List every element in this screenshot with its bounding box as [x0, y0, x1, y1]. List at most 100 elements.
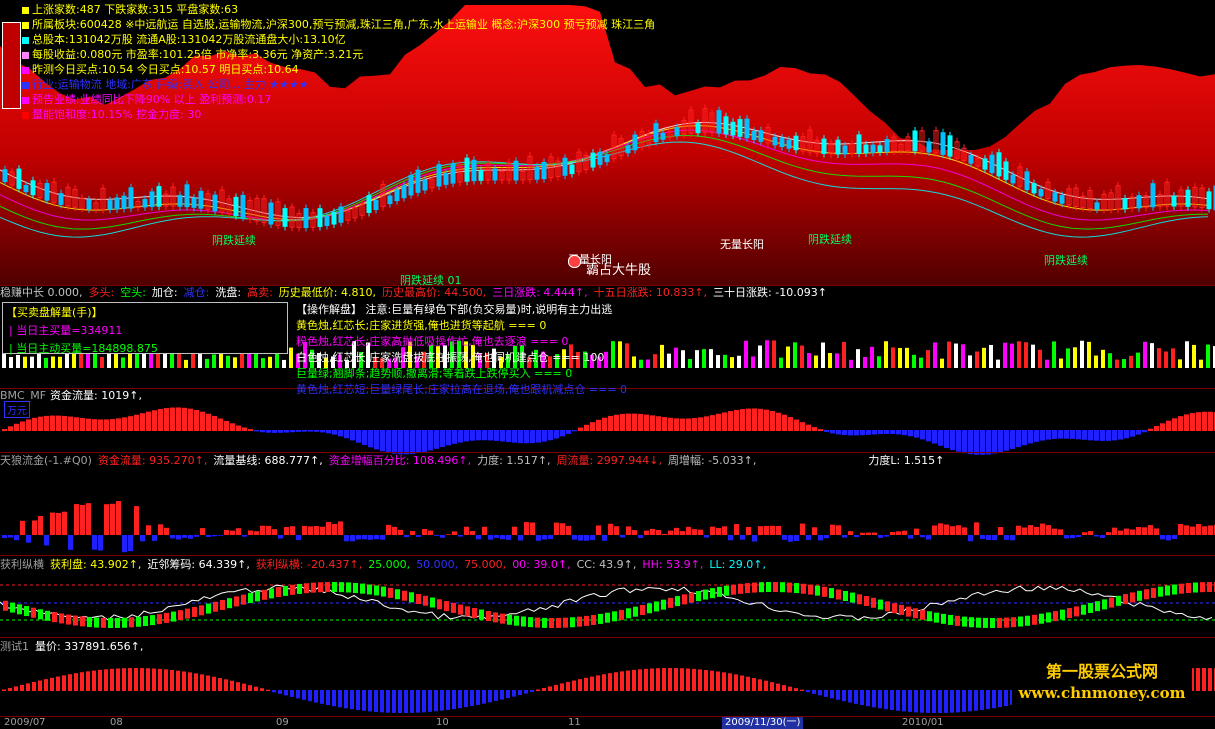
volume-bar	[23, 356, 27, 368]
volume-price-bar	[38, 680, 42, 691]
fund-flow-bar	[686, 526, 691, 535]
volume-price-bar	[800, 689, 804, 691]
fund-flow-bar	[368, 535, 373, 540]
profit-candle	[1095, 601, 1100, 612]
candle-body	[1003, 161, 1009, 180]
candle-body	[996, 152, 1002, 177]
profit-candle	[241, 594, 246, 605]
volume-bar	[975, 351, 979, 368]
money-flow-bar	[674, 418, 679, 431]
candle-body	[450, 163, 456, 184]
money-flow-bar	[1208, 411, 1213, 431]
fund-flow-bar	[374, 535, 379, 540]
fund-flow-bar	[536, 535, 541, 541]
volume-price-bar	[320, 690, 324, 704]
info-marker-icon	[22, 36, 29, 44]
fund-flow-bar	[356, 535, 361, 540]
money-flow-bar	[734, 409, 739, 431]
volume-price-bar	[260, 688, 264, 691]
profit-candle	[1116, 595, 1121, 606]
profit-candle	[1081, 604, 1086, 615]
fund-flow-bar	[1100, 535, 1105, 538]
money-flow-bar	[956, 430, 961, 452]
candle-body	[401, 185, 407, 199]
money-flow-bar	[422, 430, 427, 452]
candle-body	[779, 137, 785, 148]
fund-flow-bar	[794, 535, 799, 541]
money-flow-bar	[26, 419, 31, 431]
candle-body	[884, 139, 890, 152]
money-flow-bar	[332, 430, 337, 435]
cursor-date[interactable]: 2009/11/30(一)	[722, 717, 804, 729]
candle-body	[786, 139, 792, 149]
money-flow-bar	[278, 430, 283, 433]
candle-body	[268, 202, 274, 225]
volume-price-bar	[980, 690, 984, 710]
candle-body	[198, 190, 204, 209]
volume-price-bar	[176, 670, 180, 691]
profit-candle	[731, 584, 736, 595]
candle-body	[324, 215, 330, 226]
fund-flow-bar	[812, 527, 817, 535]
volume-price-bar	[620, 671, 624, 691]
profit-candle	[388, 587, 393, 598]
money-flow-bar	[494, 430, 499, 441]
volume-bar	[933, 342, 937, 368]
side-marker-block	[2, 22, 21, 109]
volume-price-bar	[236, 682, 240, 691]
profit-candle	[1179, 583, 1184, 594]
candle-body	[387, 195, 393, 205]
volume-price-bar	[62, 675, 66, 691]
volume-price-bar	[548, 686, 552, 691]
money-flow-bar	[404, 430, 409, 455]
volume-price-bar	[590, 676, 594, 691]
profit-candle	[647, 603, 652, 614]
fund-flow-bar	[410, 530, 415, 535]
money-flow-bar	[1160, 423, 1165, 431]
fund-flow-bar	[1070, 535, 1075, 539]
candle-body	[772, 136, 778, 146]
money-flow-bar	[764, 409, 769, 431]
fund-flow-bar	[260, 525, 265, 535]
candle-body	[436, 164, 442, 187]
info-line: 总股本:131042万股 流通A股:131042万股流通盘大小:13.10亿	[22, 32, 346, 47]
profit-candle	[367, 584, 372, 595]
volume-price-bar	[866, 690, 870, 707]
fund-flow-bar	[980, 535, 985, 540]
money-flow-bar	[992, 430, 997, 454]
profit-candle	[458, 604, 463, 615]
candle-body	[121, 195, 127, 210]
volume-price-bar	[530, 690, 534, 693]
profit-candle	[1032, 614, 1037, 625]
money-flow-bar	[590, 422, 595, 431]
profit-candle	[283, 585, 288, 596]
money-flow-bar	[518, 430, 523, 444]
volume-bar	[968, 355, 972, 368]
volume-bar	[1101, 349, 1105, 368]
fund-flow-bar	[1028, 525, 1033, 535]
fund-flow-bar	[554, 522, 559, 535]
fund-flow-bar	[200, 528, 205, 535]
fund-flow-bar	[500, 535, 505, 540]
profit-candle	[1158, 586, 1163, 597]
money-flow-bar	[782, 414, 787, 431]
profit-candle	[1067, 608, 1072, 619]
volume-bar	[268, 356, 272, 368]
money-flow-bar	[812, 427, 817, 431]
money-flow-bar	[1010, 430, 1015, 449]
money-flow-bar	[1076, 430, 1081, 440]
money-flow-bar	[110, 419, 115, 431]
candle-body	[212, 194, 218, 212]
money-flow-bar	[272, 430, 277, 433]
profit-candle	[129, 617, 134, 628]
info-line: 上涨家数:487 下跌家数:315 平盘家数:63	[22, 2, 238, 17]
money-flow-bar	[776, 412, 781, 431]
money-flow-bar	[536, 430, 541, 443]
profit-candle	[437, 599, 442, 610]
volume-bar	[793, 342, 797, 368]
volume-bar	[765, 340, 769, 368]
volume-price-bar	[884, 690, 888, 710]
profit-candle	[955, 615, 960, 626]
candle-body	[30, 180, 36, 196]
profit-candle	[122, 617, 127, 628]
